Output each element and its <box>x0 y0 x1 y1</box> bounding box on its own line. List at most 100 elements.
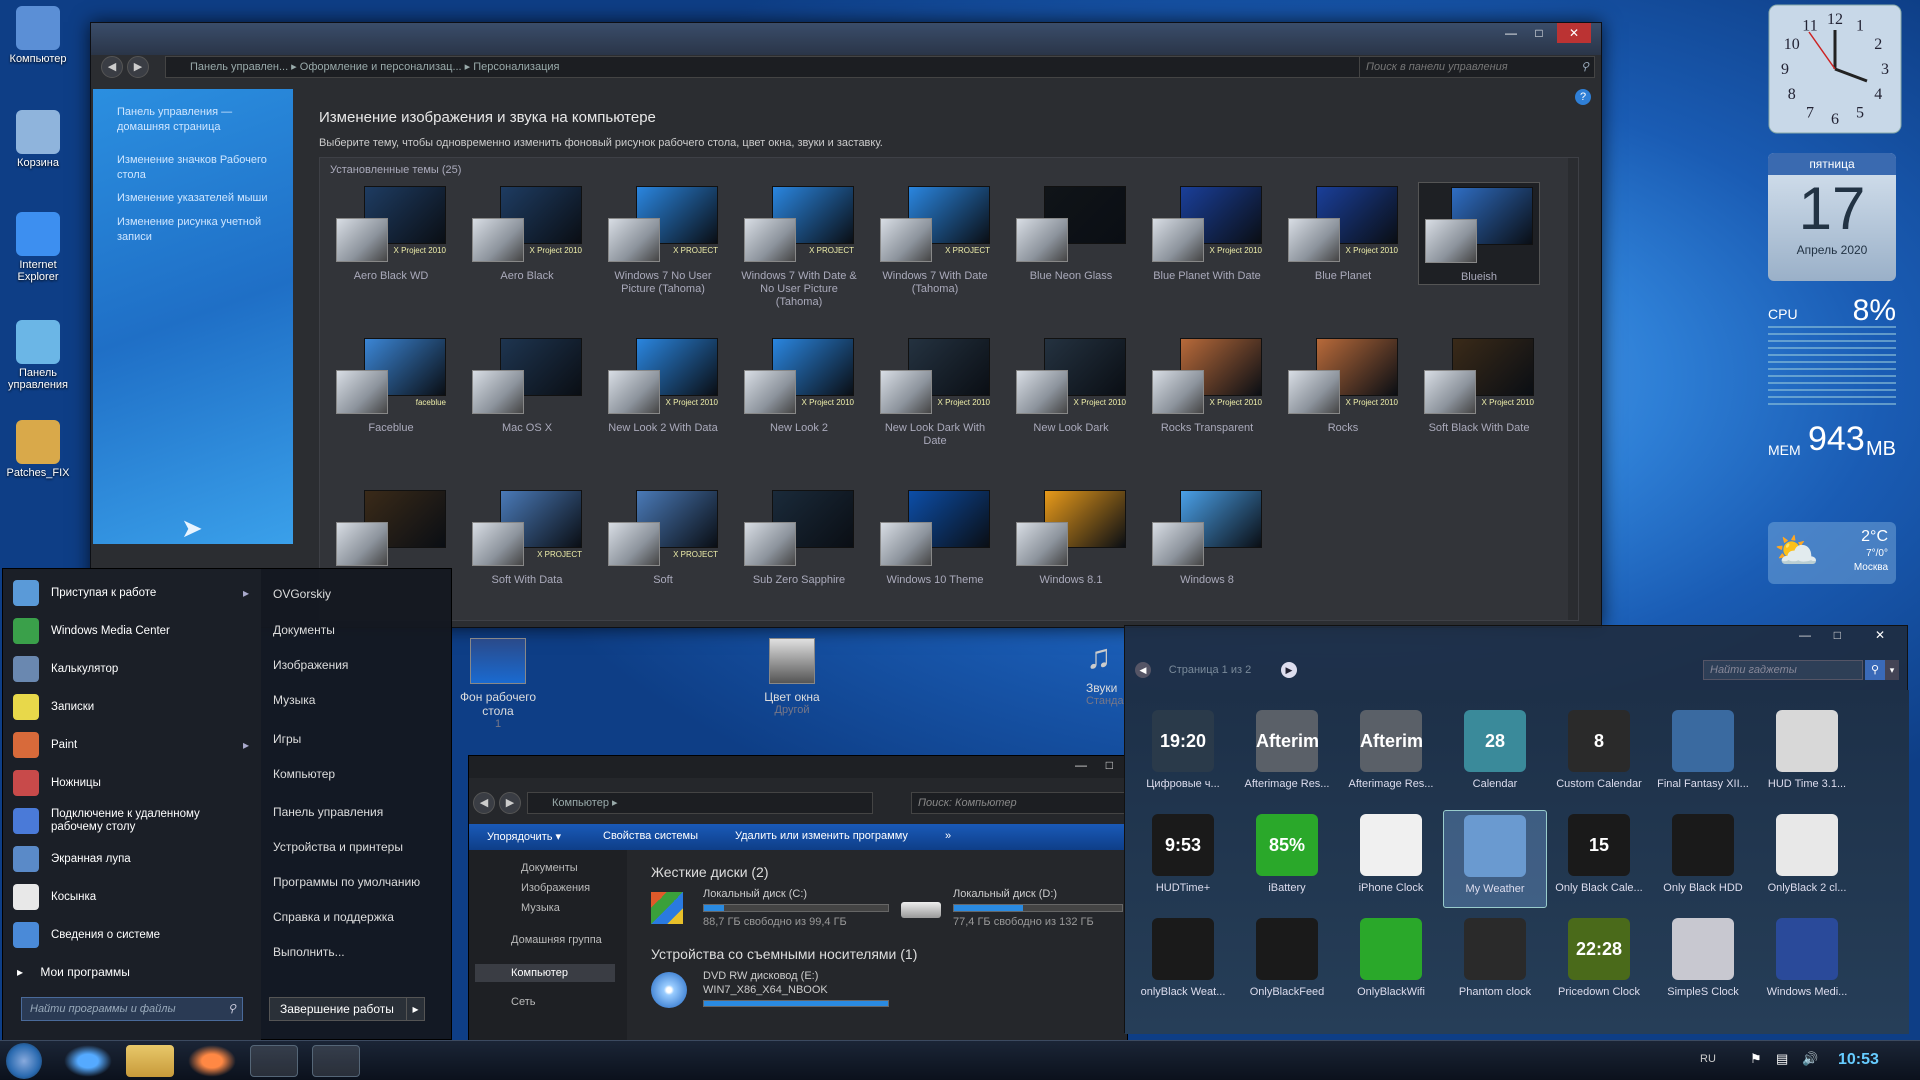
control-panel-icon[interactable] <box>250 1045 298 1077</box>
clock-gadget[interactable]: 12 1 2 3 4 5 6 7 8 9 10 11 <box>1768 4 1902 134</box>
theme-item[interactable]: faceblue Faceblue <box>330 334 452 435</box>
explorer-minimize[interactable]: — <box>1075 758 1087 772</box>
theme-item[interactable]: X Project 2010 Blue Planet With Date <box>1146 182 1268 283</box>
theme-item[interactable]: X Project 2010 Rocks <box>1282 334 1404 435</box>
explorer-maximize[interactable]: □ <box>1106 758 1113 772</box>
start-right-item[interactable]: Справка и поддержка <box>273 910 394 924</box>
start-search-icon[interactable]: ⚲ <box>228 998 236 1020</box>
gadget-item[interactable]: SimpleS Clock <box>1651 914 1755 1012</box>
link-cp-home[interactable]: Панель управления — домашняя страница <box>117 105 267 135</box>
gadgets-minimize[interactable]: — <box>1799 628 1811 642</box>
theme-item[interactable]: Windows 8 <box>1146 486 1268 587</box>
theme-item[interactable]: Sub Zero Sapphire <box>738 486 860 587</box>
theme-item[interactable]: X PROJECT Soft <box>602 486 724 587</box>
theme-item[interactable]: X Project 2010 New Look Dark <box>1010 334 1132 435</box>
explorer-breadcrumb[interactable]: Компьютер <box>552 797 609 809</box>
start-menu-item[interactable]: Калькулятор <box>13 653 253 685</box>
start-button[interactable] <box>6 1043 42 1079</box>
desktop-icon[interactable]: Панель управления <box>4 320 72 391</box>
nav-homegroup[interactable]: Домашняя группа <box>511 934 602 946</box>
weather-gadget[interactable]: ⛅ 2°C 7°/0° Москва <box>1768 522 1896 584</box>
start-right-item[interactable]: Игры <box>273 732 301 746</box>
search-icon[interactable]: ⚲ <box>1581 57 1589 77</box>
network-icon[interactable]: ▤ <box>1776 1051 1788 1067</box>
theme-item[interactable]: X Project 2010 Aero Black <box>466 182 588 283</box>
gadget-item[interactable]: 8 Custom Calendar <box>1547 706 1651 804</box>
start-menu-item[interactable]: Paint ▸ <box>13 729 253 761</box>
start-right-item[interactable]: Документы <box>273 623 335 637</box>
gadget-item[interactable]: 28 Calendar <box>1443 706 1547 804</box>
gadget-item[interactable]: 19:20 Цифровые ч... <box>1131 706 1235 804</box>
gadget-item[interactable]: Only Black HDD <box>1651 810 1755 908</box>
page-prev[interactable]: ◀ <box>1135 662 1151 678</box>
title-bar[interactable]: — □ ✕ <box>91 23 1601 55</box>
explorer-search[interactable]: Поиск: Компьютер <box>911 792 1129 814</box>
theme-item[interactable]: X PROJECT Windows 7 With Date (Tahoma) <box>874 182 996 296</box>
start-menu-item[interactable]: Сведения о системе <box>13 919 253 951</box>
link-mouse-pointers[interactable]: Изменение указателей мыши <box>117 191 287 206</box>
address-bar[interactable]: Панель управлен... ▸ Оформление и персон… <box>165 56 1410 78</box>
drive-c[interactable]: Локальный диск (C:) 88,7 ГБ свободно из … <box>651 888 891 934</box>
gadget-item[interactable]: My Weather <box>1443 810 1547 908</box>
shutdown-arrow[interactable]: ▸ <box>406 998 424 1020</box>
gadget-item[interactable]: 9:53 AM HUDTime+ <box>1131 810 1235 908</box>
explorer-icon[interactable] <box>126 1045 174 1077</box>
theme-item[interactable]: Windows 8.1 <box>1010 486 1132 587</box>
breadcrumb-2[interactable]: Оформление и персонализац... <box>300 61 462 73</box>
gadget-item[interactable]: iPhone Clock <box>1339 810 1443 908</box>
start-right-item[interactable]: Изображения <box>273 658 348 672</box>
gadget-item[interactable]: OnlyBlack 2 cl... <box>1755 810 1859 908</box>
start-right-item[interactable]: Панель управления <box>273 805 383 819</box>
all-programs[interactable]: ▸ Мои программы <box>17 965 130 979</box>
ie-icon[interactable] <box>64 1045 112 1077</box>
theme-item[interactable]: X Project 2010 New Look 2 <box>738 334 860 435</box>
dvd-drive[interactable]: DVD RW дисковод (E:) WIN7_X86_X64_NBOOK <box>651 970 911 1016</box>
organize-button[interactable]: Упорядочить ▾ <box>487 830 561 843</box>
start-search-input[interactable]: Найти программы и файлы ⚲ <box>21 997 243 1021</box>
theme-item[interactable]: Mac OS X <box>466 334 588 435</box>
cpu-gadget[interactable]: CPU 8% <box>1768 294 1896 414</box>
explorer-forward[interactable]: ▶ <box>499 792 521 814</box>
start-menu-item[interactable]: Приступая к работе ▸ <box>13 577 253 609</box>
gadget-item[interactable]: Windows Medi... <box>1755 914 1859 1012</box>
start-right-item[interactable]: Музыка <box>273 693 315 707</box>
theme-item[interactable]: X PROJECT Windows 7 With Date & No User P… <box>738 182 860 309</box>
scrollbar[interactable] <box>1568 158 1578 620</box>
theme-item[interactable]: X PROJECT Soft With Data <box>466 486 588 587</box>
calendar-gadget[interactable]: пятница 17 Апрель 2020 <box>1768 153 1896 281</box>
theme-item[interactable]: X Project 2010 Soft Black With Date <box>1418 334 1540 435</box>
window-color-option[interactable]: Цвет окна Другой <box>752 638 832 716</box>
theme-item[interactable]: Windows 10 Theme <box>874 486 996 587</box>
start-menu-item[interactable]: Экранная лупа <box>13 843 253 875</box>
gadget-item[interactable]: 22:28 Pricedown Clock <box>1547 914 1651 1012</box>
theme-item[interactable]: Blueish <box>1418 182 1540 285</box>
media-player-icon[interactable] <box>188 1045 236 1077</box>
gadget-item[interactable]: Final Fantasy XII... <box>1651 706 1755 804</box>
desktop-icon[interactable]: Корзина <box>4 110 72 169</box>
nav-documents[interactable]: Документы <box>521 862 578 874</box>
gadgets-search-input[interactable]: Найти гаджеты <box>1703 660 1863 680</box>
gadgets-options-dropdown[interactable]: ▾ <box>1885 660 1899 680</box>
start-right-item[interactable]: Выполнить... <box>273 945 345 959</box>
explorer-back[interactable]: ◀ <box>473 792 495 814</box>
drive-d[interactable]: Локальный диск (D:) 77,4 ГБ свободно из … <box>901 888 1129 934</box>
gadget-item[interactable]: onlyBlack Weat... <box>1131 914 1235 1012</box>
help-icon[interactable]: ? <box>1575 89 1591 105</box>
memory-gadget[interactable]: MEM 943 MB <box>1768 420 1896 470</box>
start-menu-item[interactable]: Записки <box>13 691 253 723</box>
start-right-item[interactable]: Компьютер <box>273 767 335 781</box>
desktop-background-option[interactable]: Фон рабочего стола 1 <box>456 638 540 730</box>
theme-item[interactable]: X Project 2010 Aero Black WD <box>330 182 452 283</box>
forward-button[interactable]: ▶ <box>127 56 149 78</box>
maximize-button[interactable]: □ <box>1525 23 1553 43</box>
gadgets-search-icon[interactable]: ⚲ <box>1865 660 1885 680</box>
start-right-item[interactable]: Устройства и принтеры <box>273 840 403 854</box>
gadget-item[interactable]: Afterimage Afterimage Res... <box>1339 706 1443 804</box>
breadcrumb-3[interactable]: Персонализация <box>473 61 559 73</box>
gadgets-titlebar[interactable]: — □ ✕ <box>1125 626 1907 646</box>
start-right-item[interactable]: Программы по умолчанию <box>273 875 420 889</box>
system-properties-button[interactable]: Свойства системы <box>603 830 698 842</box>
shutdown-button[interactable]: Завершение работы ▸ <box>269 997 425 1021</box>
start-menu-item[interactable]: Косынка <box>13 881 253 913</box>
gadget-item[interactable]: 15 Only Black Cale... <box>1547 810 1651 908</box>
